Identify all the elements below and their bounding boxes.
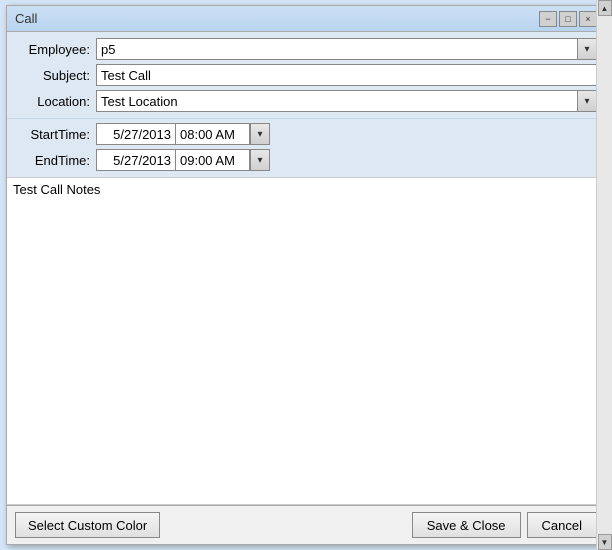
endtime-label: EndTime: (15, 153, 90, 168)
start-time-input[interactable] (176, 123, 250, 145)
custom-color-button[interactable]: Select Custom Color (15, 512, 160, 538)
cancel-button[interactable]: Cancel (527, 512, 597, 538)
subject-input[interactable] (96, 64, 597, 86)
subject-row: Subject: (15, 64, 597, 86)
footer: Select Custom Color Save & Close Cancel (7, 505, 605, 544)
time-area: StartTime: ▾ EndTime: ▾ (7, 118, 605, 177)
subject-label: Subject: (15, 68, 90, 83)
notes-area: Test Call Notes ▲ ▼ (7, 177, 605, 505)
employee-field-group: ▾ (96, 38, 597, 60)
window-title: Call (15, 11, 37, 26)
endtime-group: ▾ (96, 149, 270, 171)
location-field-group: ▾ (96, 90, 597, 112)
employee-input[interactable] (96, 38, 577, 60)
starttime-group: ▾ (96, 123, 270, 145)
starttime-label: StartTime: (15, 127, 90, 142)
end-time-input[interactable] (176, 149, 250, 171)
endtime-row: EndTime: ▾ (15, 149, 597, 171)
location-dropdown-button[interactable]: ▾ (577, 90, 597, 112)
main-window: Call − □ × Employee: ▾ Subject: Location… (6, 5, 606, 545)
save-close-button[interactable]: Save & Close (412, 512, 521, 538)
title-bar: Call − □ × (7, 6, 605, 32)
location-row: Location: ▾ (15, 90, 597, 112)
end-date-input[interactable] (96, 149, 176, 171)
employee-dropdown-button[interactable]: ▾ (577, 38, 597, 60)
location-label: Location: (15, 94, 90, 109)
starttime-row: StartTime: ▾ (15, 123, 597, 145)
minimize-button[interactable]: − (539, 11, 557, 27)
start-date-input[interactable] (96, 123, 176, 145)
maximize-button[interactable]: □ (559, 11, 577, 27)
close-button[interactable]: × (579, 11, 597, 27)
footer-right-buttons: Save & Close Cancel (412, 512, 597, 538)
end-time-dropdown-button[interactable]: ▾ (250, 149, 270, 171)
notes-textarea[interactable]: Test Call Notes (7, 178, 589, 504)
scroll-track (597, 177, 605, 505)
title-bar-controls: − □ × (539, 11, 597, 27)
start-time-dropdown-button[interactable]: ▾ (250, 123, 270, 145)
location-input[interactable] (96, 90, 577, 112)
form-area: Employee: ▾ Subject: Location: ▾ (7, 32, 605, 118)
employee-row: Employee: ▾ (15, 38, 597, 60)
employee-label: Employee: (15, 42, 90, 57)
notes-scrollbar: ▲ ▼ (596, 177, 605, 505)
